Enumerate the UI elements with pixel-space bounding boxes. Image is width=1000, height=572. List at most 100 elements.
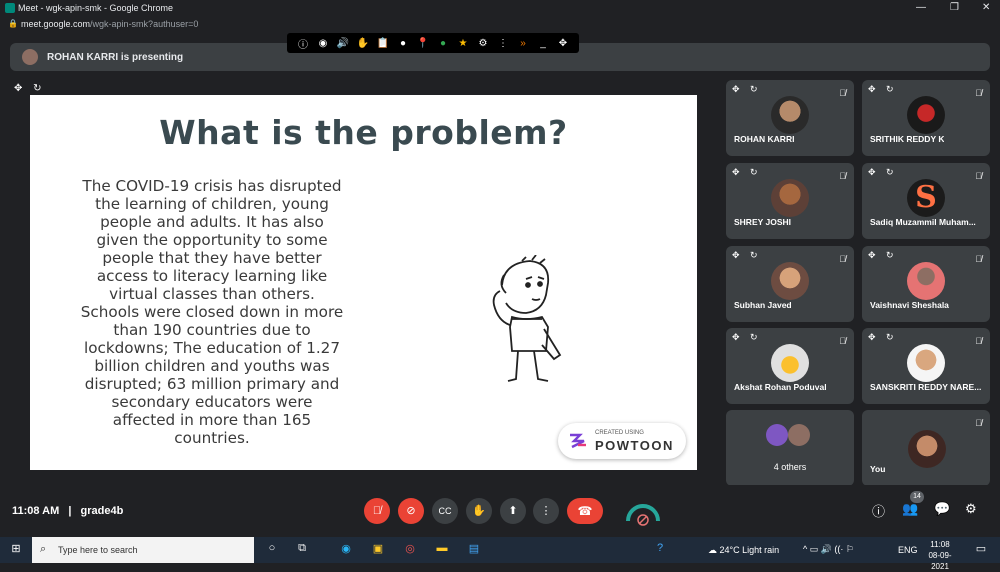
move-icon[interactable]: ✥: [556, 38, 570, 49]
participant-name: Subhan Javed: [734, 300, 792, 310]
mic-off-icon: 🎙̸: [975, 171, 982, 181]
participant-tile[interactable]: ✥ ↻ 🎙̸ SHREY JOSHI: [726, 163, 854, 239]
more-options-button[interactable]: ⋮: [533, 498, 559, 524]
tile-controls[interactable]: ✥ ↻: [868, 167, 898, 178]
participant-name: SHREY JOSHI: [734, 217, 792, 227]
edge-icon[interactable]: ◉: [338, 542, 354, 558]
language-indicator[interactable]: ENG: [898, 545, 918, 555]
participant-tile[interactable]: ✥ ↻ 🎙̸ Vaishnavi Sheshala: [862, 246, 990, 322]
participant-tile[interactable]: ✥ ↻ 🎙̸ ROHAN KARRI: [726, 80, 854, 156]
self-tile[interactable]: 🎙̸ You: [862, 410, 990, 486]
mic-off-icon: 🎙̸: [839, 88, 846, 98]
tile-controls[interactable]: ✥ ↻: [732, 332, 762, 343]
tile-controls[interactable]: ✥ ↻: [732, 250, 762, 261]
maximize-icon[interactable]: ❐: [950, 2, 959, 13]
minimize-icon[interactable]: —: [916, 2, 926, 13]
tile-controls[interactable]: ✥ ↻: [868, 332, 898, 343]
meeting-details-button[interactable]: ⓘ: [872, 501, 885, 520]
clipboard-icon[interactable]: 📋: [376, 38, 390, 49]
participant-name: SANSKRITI REDDY NARE...: [870, 382, 982, 392]
slide-body: The COVID-19 crisis has disrupted the le…: [80, 177, 344, 447]
participant-name: ROHAN KARRI: [734, 134, 795, 144]
more-icon[interactable]: ⋮: [496, 38, 510, 49]
tray-icons[interactable]: ^ ▭ 🔊 ((· ⚐: [803, 544, 854, 555]
chrome-icon[interactable]: ◎: [402, 542, 418, 558]
refresh-icon[interactable]: ↻: [33, 83, 41, 94]
meet-favicon-icon: [5, 3, 15, 13]
mic-off-icon: 🎙̸: [975, 336, 982, 346]
gear-icon[interactable]: ⚙: [476, 38, 490, 49]
volume-icon[interactable]: 🔊: [336, 38, 350, 49]
notification-icon[interactable]: ▭: [973, 542, 989, 558]
participant-tile[interactable]: ✥ ↻ 🎙̸ SANSKRITI REDDY NARE...: [862, 328, 990, 404]
participant-tile[interactable]: ✥ ↻ 🎙̸ S Sadiq Muzammil Muham...: [862, 163, 990, 239]
chat-button[interactable]: 💬: [934, 501, 950, 517]
eye-icon[interactable]: ◉: [316, 38, 330, 49]
extension-icon[interactable]: ●: [396, 38, 410, 49]
browser-titlebar: Meet - wgk-apin-smk - Google Chrome — ❐ …: [0, 0, 1000, 16]
task-view-icon[interactable]: ⧉: [294, 542, 310, 558]
presenter-avatar: [22, 49, 38, 65]
close-icon[interactable]: ✕: [982, 2, 990, 13]
weather-widget[interactable]: ☁ 24°C Light rain: [708, 545, 779, 556]
help-icon[interactable]: ?: [652, 542, 668, 558]
move-icon[interactable]: ✥: [14, 83, 22, 94]
others-count: 4 others: [773, 462, 807, 472]
others-tile[interactable]: 4 others: [726, 410, 854, 486]
participant-name: Akshat Rohan Poduval: [734, 382, 827, 392]
star-icon[interactable]: ★: [456, 38, 470, 49]
participant-count-badge: 14: [910, 491, 924, 503]
thinking-man-illustration: [492, 255, 562, 382]
meeting-separator: |: [68, 505, 72, 517]
info-icon[interactable]: ⓘ: [296, 36, 310, 51]
participant-name: You: [870, 464, 886, 474]
cortana-icon[interactable]: ○: [264, 542, 280, 558]
share-toolbar: ⓘ ◉ 🔊 ✋ 📋 ● 📍 ● ★ ⚙ ⋮ » _ ✥: [287, 33, 579, 53]
url-host: meet.google.com: [21, 19, 91, 29]
participant-tile[interactable]: ✥ ↻ 🎙̸ SRITHIK REDDY K: [862, 80, 990, 156]
pin-icon[interactable]: 📍: [416, 38, 430, 49]
taskbar-search[interactable]: ⌕ Type here to search: [32, 537, 254, 563]
word-icon[interactable]: ▤: [466, 542, 482, 558]
window-title: Meet - wgk-apin-smk - Google Chrome: [18, 3, 174, 13]
minimize-toolbar-icon[interactable]: _: [536, 38, 550, 49]
mic-off-icon: 🎙̸: [839, 171, 846, 181]
presenting-text: ROHAN KARRI is presenting: [47, 52, 184, 63]
participant-tile[interactable]: ✥ ↻ 🎙̸ Akshat Rohan Poduval: [726, 328, 854, 404]
meeting-info: 11:08 AM | grade4b: [12, 505, 123, 517]
hand-icon[interactable]: ✋: [356, 38, 370, 49]
powtoon-badge: CREATED USING POWTOON: [558, 423, 686, 459]
tile-controls[interactable]: ✥ ↻: [732, 84, 762, 95]
mic-off-button[interactable]: 🎙̸: [364, 498, 390, 524]
store-icon[interactable]: ▣: [370, 542, 386, 558]
captions-button[interactable]: CC: [432, 498, 458, 524]
windows-start-icon[interactable]: ⊞: [8, 542, 24, 558]
mic-off-icon: 🎙̸: [839, 336, 846, 346]
file-explorer-icon[interactable]: ▬: [434, 542, 450, 558]
system-clock[interactable]: 11:08 08-09-2021: [920, 539, 960, 572]
tile-controls[interactable]: ✥ ↻: [732, 167, 762, 178]
chat-icon[interactable]: ●: [436, 38, 450, 49]
search-placeholder: Type here to search: [58, 545, 138, 555]
participant-tile[interactable]: ✥ ↻ 🎙̸ Subhan Javed: [726, 246, 854, 322]
present-button[interactable]: ⬆: [500, 498, 526, 524]
tile-controls[interactable]: ✥ ↻: [868, 250, 898, 261]
mic-off-icon: 🎙̸: [975, 88, 982, 98]
extension-gauge-icon[interactable]: [624, 495, 662, 527]
leave-call-button[interactable]: ☎: [567, 498, 603, 524]
camera-off-button[interactable]: ⊘: [398, 498, 424, 524]
participant-name: SRITHIK REDDY K: [870, 134, 945, 144]
avatar: [907, 344, 945, 382]
windows-taskbar: ⊞ ⌕ Type here to search ○ ⧉ ◉ ▣ ◎ ▬ ▤ ? …: [0, 537, 1000, 571]
activities-button[interactable]: ⚙: [965, 501, 977, 517]
people-button[interactable]: 👥: [902, 501, 918, 517]
address-bar[interactable]: 🔒 meet.google.com/wgk-apin-smk?authuser=…: [0, 16, 1000, 32]
avatar: [771, 262, 809, 300]
lock-icon: 🔒: [8, 19, 18, 28]
avatar-letter-s: S: [907, 179, 945, 217]
slide-controls: ✥ ↻: [14, 83, 42, 94]
chevrons-icon[interactable]: »: [516, 38, 530, 49]
raise-hand-button[interactable]: ✋: [466, 498, 492, 524]
meeting-time: 11:08 AM: [12, 505, 60, 517]
tile-controls[interactable]: ✥ ↻: [868, 84, 898, 95]
